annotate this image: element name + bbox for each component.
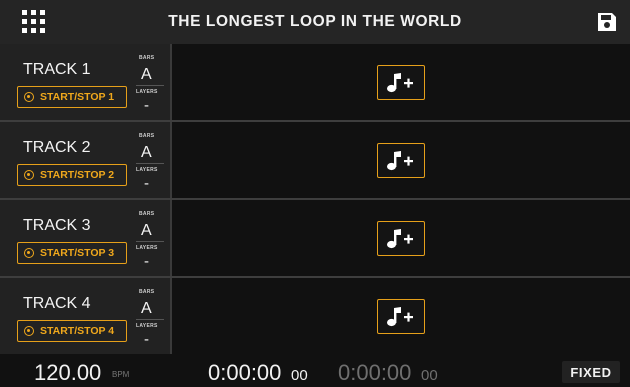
- bars-value: A: [141, 66, 152, 83]
- transport-footer: 120.00 BPM 0:00:00 00 0:00:00 00 FIXED: [0, 356, 630, 387]
- target-icon: [24, 92, 34, 102]
- layers-label: LAYERS: [136, 167, 158, 173]
- divider-line: [136, 163, 164, 164]
- bpm-value[interactable]: 120.00: [34, 360, 101, 386]
- add-audio-button-2[interactable]: [377, 143, 425, 178]
- layers-value: -: [144, 97, 149, 114]
- start-stop-button-2[interactable]: START/STOP 2: [17, 164, 127, 186]
- music-note-plus-icon: [387, 306, 413, 326]
- target-icon: [24, 248, 34, 258]
- bars-label: BARS: [139, 133, 155, 139]
- music-note-plus-icon: [387, 228, 413, 248]
- track-controls-3: TRACK 3 START/STOP 3 BARS A LAYERS -: [0, 200, 172, 276]
- track-name: TRACK 4: [23, 295, 91, 312]
- track-row-4: TRACK 4 START/STOP 4 BARS A LAYERS -: [0, 278, 630, 354]
- divider-line: [136, 319, 164, 320]
- loop-time-frames: 00: [291, 367, 308, 384]
- add-audio-button-3[interactable]: [377, 221, 425, 256]
- bars-value: A: [141, 144, 152, 161]
- track-row-1: TRACK 1 START/STOP 1 BARS A LAYERS -: [0, 44, 630, 120]
- loop-station-app: THE LONGEST LOOP IN THE WORLD TRACK 1 ST…: [0, 0, 630, 387]
- music-note-plus-icon: [387, 150, 413, 170]
- track-name: TRACK 3: [23, 217, 91, 234]
- divider-line: [136, 85, 164, 86]
- start-stop-button-3[interactable]: START/STOP 3: [17, 242, 127, 264]
- start-stop-button-4[interactable]: START/STOP 4: [17, 320, 127, 342]
- layers-label: LAYERS: [136, 89, 158, 95]
- bars-label: BARS: [139, 55, 155, 61]
- divider-line: [136, 241, 164, 242]
- layers-label: LAYERS: [136, 323, 158, 329]
- start-stop-button-1[interactable]: START/STOP 1: [17, 86, 127, 108]
- track-row-3: TRACK 3 START/STOP 3 BARS A LAYERS -: [0, 200, 630, 276]
- start-stop-label: START/STOP 2: [40, 169, 115, 181]
- header-bar: THE LONGEST LOOP IN THE WORLD: [0, 0, 630, 44]
- start-stop-label: START/STOP 3: [40, 247, 115, 259]
- music-note-plus-icon: [387, 72, 413, 92]
- track-controls-2: TRACK 2 START/STOP 2 BARS A LAYERS -: [0, 122, 172, 198]
- track-name: TRACK 2: [23, 139, 91, 156]
- add-audio-button-1[interactable]: [377, 65, 425, 100]
- target-icon: [24, 170, 34, 180]
- page-title: THE LONGEST LOOP IN THE WORLD: [168, 13, 462, 30]
- floppy-save-icon[interactable]: [596, 11, 618, 33]
- track-controls-4: TRACK 4 START/STOP 4 BARS A LAYERS -: [0, 278, 172, 354]
- track-name: TRACK 1: [23, 61, 91, 78]
- track-row-2: TRACK 2 START/STOP 2 BARS A LAYERS -: [0, 122, 630, 198]
- bpm-label: BPM: [112, 370, 130, 379]
- start-stop-label: START/STOP 4: [40, 325, 115, 337]
- add-audio-button-4[interactable]: [377, 299, 425, 334]
- bars-label: BARS: [139, 211, 155, 217]
- total-time: 0:00:00: [338, 360, 412, 385]
- bars-value: A: [141, 222, 152, 239]
- bars-value: A: [141, 300, 152, 317]
- track-controls-1: TRACK 1 START/STOP 1 BARS A LAYERS -: [0, 44, 172, 120]
- loop-time: 0:00:00: [208, 360, 282, 385]
- fixed-mode-button[interactable]: FIXED: [562, 361, 620, 383]
- start-stop-label: START/STOP 1: [40, 91, 115, 103]
- layers-label: LAYERS: [136, 245, 158, 251]
- target-icon: [24, 326, 34, 336]
- layers-value: -: [144, 253, 149, 270]
- layers-value: -: [144, 331, 149, 348]
- layers-value: -: [144, 175, 149, 192]
- bars-label: BARS: [139, 289, 155, 295]
- total-time-frames: 00: [421, 367, 438, 384]
